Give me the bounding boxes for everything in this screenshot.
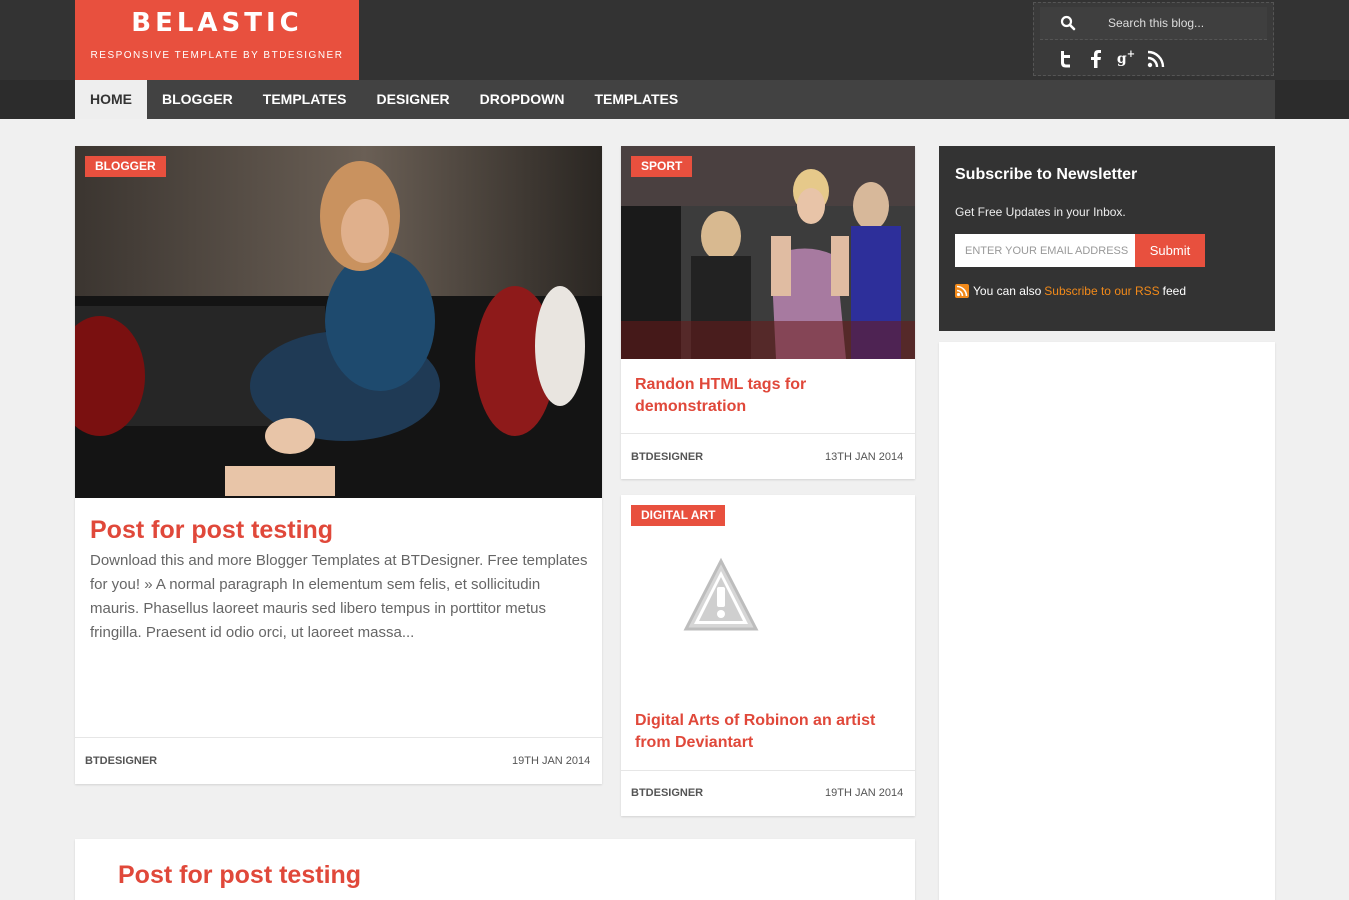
- newsletter-widget: Subscribe to Newsletter Get Free Updates…: [939, 146, 1275, 331]
- nav-item-templates-2[interactable]: TEMPLATES: [579, 80, 693, 119]
- newsletter-text: Get Free Updates in your Inbox.: [955, 205, 1126, 219]
- card-divider: [75, 737, 602, 738]
- post-category-tag[interactable]: SPORT: [631, 156, 693, 177]
- post-image[interactable]: [75, 146, 602, 498]
- post-author[interactable]: BTDESIGNER: [631, 451, 703, 463]
- main-nav: HOME BLOGGER TEMPLATES DESIGNER DROPDOWN…: [75, 80, 1275, 119]
- email-field[interactable]: [955, 234, 1135, 267]
- card-divider: [621, 433, 915, 434]
- site-title[interactable]: BELASTIC: [75, 8, 359, 38]
- post-title[interactable]: Digital Arts of Robinon an artist from D…: [635, 710, 905, 754]
- post-title[interactable]: Post for post testing: [90, 516, 333, 545]
- site-tagline: RESPONSIVE TEMPLATE BY BTDESIGNER: [90, 50, 344, 61]
- nav-item-designer[interactable]: DESIGNER: [362, 80, 465, 119]
- nav-item-home[interactable]: HOME: [75, 80, 147, 119]
- post-title[interactable]: Post for post testing: [118, 861, 361, 890]
- rss-suffix: feed: [1162, 284, 1187, 298]
- post-card-wide: Post for post testing: [75, 839, 915, 900]
- rss-subscribe-link[interactable]: Subscribe to our RSS: [1044, 284, 1159, 298]
- post-date: 19TH JAN 2014: [825, 787, 904, 799]
- search-icon[interactable]: [1060, 15, 1076, 31]
- site-logo[interactable]: BELASTIC RESPONSIVE TEMPLATE BY BTDESIGN…: [75, 0, 359, 80]
- sidebar-widget: [939, 342, 1275, 900]
- post-image[interactable]: [621, 146, 915, 359]
- post-author[interactable]: BTDESIGNER: [85, 755, 157, 767]
- post-card: SPORT Randon HTML tags for demonstration…: [621, 146, 915, 479]
- newsletter-title: Subscribe to Newsletter: [955, 166, 1138, 183]
- post-card: DIGITAL ART Digital Arts of Robinon an a…: [621, 495, 915, 816]
- broken-image-warning-icon: [683, 557, 759, 638]
- post-author[interactable]: BTDESIGNER: [631, 787, 703, 799]
- twitter-icon[interactable]: [1056, 49, 1076, 69]
- post-date: 13TH JAN 2014: [825, 451, 904, 463]
- rss-icon[interactable]: [1146, 49, 1166, 69]
- google-plus-icon[interactable]: g +: [1116, 49, 1136, 69]
- search-box: g+: [1033, 2, 1274, 76]
- facebook-icon[interactable]: [1086, 49, 1106, 69]
- submit-button[interactable]: Submit: [1135, 234, 1205, 267]
- post-excerpt: Download this and more Blogger Templates…: [90, 552, 588, 641]
- nav-item-blogger[interactable]: BLOGGER: [147, 80, 248, 119]
- search-input[interactable]: [1108, 14, 1258, 32]
- post-title[interactable]: Randon HTML tags for demonstration: [635, 374, 895, 418]
- search-row: [1040, 7, 1267, 40]
- post-category-tag[interactable]: DIGITAL ART: [631, 505, 726, 526]
- rss-icon: [955, 284, 969, 298]
- nav-item-dropdown[interactable]: DROPDOWN: [465, 80, 580, 119]
- post-date: 19TH JAN 2014: [512, 755, 591, 767]
- post-category-tag[interactable]: BLOGGER: [85, 156, 166, 177]
- card-divider: [621, 770, 915, 771]
- post-card-featured: BLOGGER Post for post testing Download t…: [75, 146, 602, 784]
- nav-item-templates[interactable]: TEMPLATES: [248, 80, 362, 119]
- rss-prefix: You can also: [973, 284, 1042, 298]
- rss-line: You can also Subscribe to our RSS feed: [955, 284, 1186, 298]
